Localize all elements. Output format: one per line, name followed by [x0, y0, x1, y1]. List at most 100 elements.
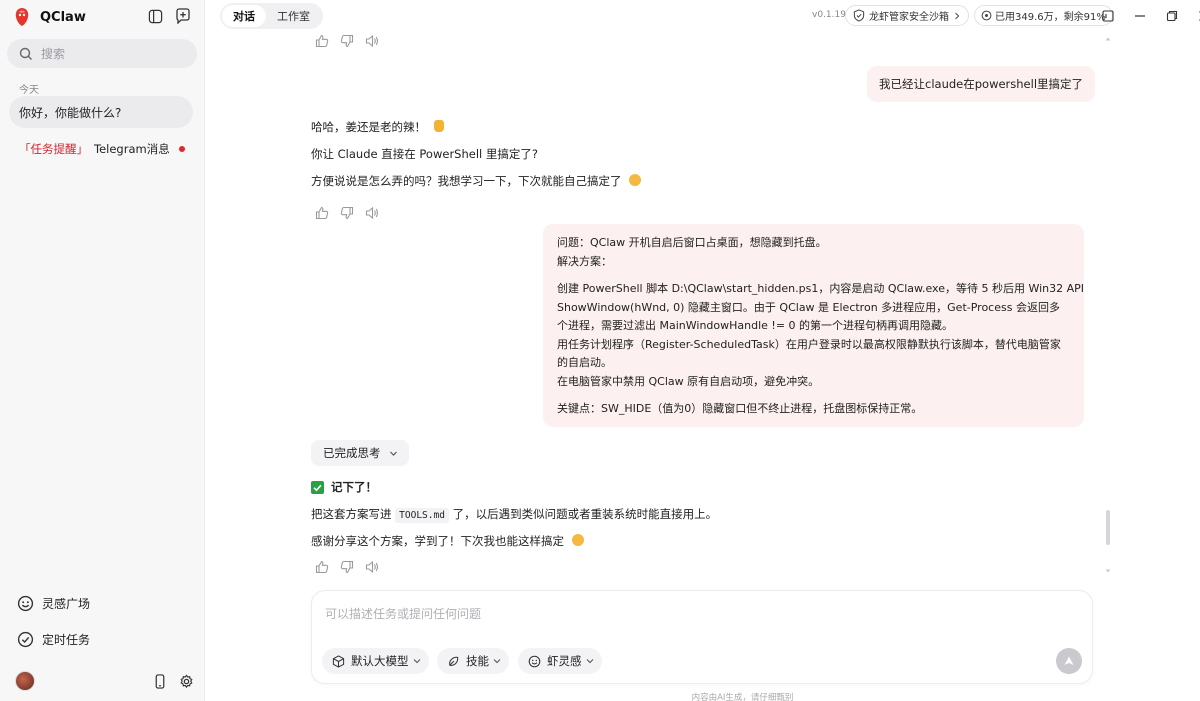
tab-chat[interactable]: 对话: [222, 5, 266, 27]
message-input[interactable]: [325, 605, 1025, 625]
thumbs-down-icon[interactable]: [340, 560, 354, 574]
message-line: 的自启动。: [557, 356, 612, 369]
user-message: 我已经让claude在powershell里搞定了: [867, 66, 1096, 102]
brand: QClaw: [12, 6, 86, 28]
usage-icon: [981, 10, 992, 21]
bot-message-line: 把这套方案写进 TOOLS.md 了，以后遇到类似问题或者重装系统时能直接用上。: [311, 506, 718, 523]
smile-icon: [528, 655, 541, 667]
speaker-icon[interactable]: [365, 206, 380, 220]
composer: 默认大模型 技能 虾灵感: [311, 590, 1093, 684]
message-line: 关键点：SW_HIDE（值为0）隐藏窗口但不终止进程，托盘图标保持正常。: [557, 402, 923, 415]
app-name: QClaw: [40, 9, 86, 25]
tab-studio[interactable]: 工作室: [266, 5, 321, 27]
thumbs-down-icon[interactable]: [340, 34, 354, 48]
bot-message-line: 哈哈，姜还是老的辣！: [311, 119, 444, 135]
message-line: 创建 PowerShell 脚本 D:\QClaw\start_hidden.p…: [557, 282, 1085, 295]
mode-tabs: 对话 工作室: [220, 3, 323, 29]
search-icon: [19, 47, 32, 60]
phone-icon[interactable]: [151, 672, 169, 690]
sidebar-link-scheduled[interactable]: 定时任务: [17, 629, 90, 649]
check-box-icon: [311, 480, 324, 494]
scroll-up-arrow-icon[interactable]: [1105, 36, 1111, 42]
restore-icon[interactable]: [1163, 7, 1181, 25]
top-bar: 对话 工作室 v0.1.19 龙虾管家安全沙箱 已用349.6万，剩余91%: [205, 0, 1200, 32]
speaker-icon[interactable]: [365, 560, 380, 574]
thumbs-up-icon[interactable]: [315, 206, 329, 220]
user-message-long: 问题：QClaw 开机自启后窗口占桌面，想隐藏到托盘。 解决方案： 创建 Pow…: [543, 224, 1084, 427]
chat-scrollbar[interactable]: [1105, 36, 1111, 576]
search-input[interactable]: [41, 46, 181, 61]
bot-text: 方便说说是怎么弄的吗？我想学习一下，下次就能自己搞定了: [311, 174, 622, 188]
search-box[interactable]: [7, 39, 197, 68]
unread-dot: [179, 146, 185, 152]
task-title: Telegram消息: [94, 142, 170, 156]
sidebar-link-label: 定时任务: [42, 632, 91, 647]
message-line: 解决方案：: [557, 254, 612, 268]
sidebar-toggle-icon[interactable]: [146, 7, 164, 25]
message-actions: [315, 34, 380, 48]
thumbs-down-icon[interactable]: [340, 206, 354, 220]
chevron-down-icon: [586, 659, 593, 664]
minimize-icon[interactable]: [1131, 7, 1149, 25]
qclaw-logo-icon: [15, 8, 29, 26]
bot-text: 把这套方案写进: [311, 507, 392, 521]
send-button[interactable]: [1056, 648, 1082, 674]
thumbs-up-emoji-icon: [433, 120, 444, 132]
inspiration-selector[interactable]: 虾灵感: [518, 648, 602, 674]
thumbs-up-icon[interactable]: [315, 560, 329, 574]
sandbox-button[interactable]: 龙虾管家安全沙箱: [845, 5, 969, 26]
message-actions: [315, 560, 380, 574]
thinking-label: 已完成思考: [323, 446, 381, 460]
salute-emoji-icon: [571, 534, 584, 546]
scroll-down-arrow-icon[interactable]: [1105, 568, 1111, 574]
scrollbar-thumb[interactable]: [1106, 510, 1110, 545]
bot-message-line: 感谢分享这个方案，学到了！下次我也能这样搞定: [311, 533, 584, 549]
message-line: 问题：QClaw 开机自启后窗口占桌面，想隐藏到托盘。: [557, 236, 827, 249]
bot-heading: 记下了！: [311, 479, 377, 495]
bot-text: 感谢分享这个方案，学到了！下次我也能这样搞定: [311, 534, 564, 548]
version-label: v0.1.19: [812, 10, 846, 20]
cube-icon: [332, 654, 345, 668]
section-label-today: 今天: [19, 85, 39, 96]
speaker-icon[interactable]: [365, 34, 380, 48]
message-line: ShowWindow(hWnd, 0) 隐藏主窗口。由于 QClaw 是 Ele…: [557, 300, 1060, 314]
avatar[interactable]: [15, 671, 35, 691]
bot-message-line: 方便说说是怎么弄的吗？我想学习一下，下次就能自己搞定了: [311, 173, 642, 189]
chevron-right-icon: [955, 12, 960, 19]
inline-code: TOOLS.md: [395, 508, 449, 523]
feedback-icon[interactable]: [1099, 7, 1117, 25]
model-selector[interactable]: 默认大模型: [322, 648, 429, 674]
smile-icon: [17, 595, 34, 611]
leaf-icon: [449, 656, 459, 666]
check-circle-icon: [17, 631, 34, 647]
send-arrow-icon: [1064, 656, 1074, 665]
sidebar-link-inspiration[interactable]: 灵感广场: [17, 593, 90, 613]
ai-disclaimer: 内容由AI生成，请仔细甄别: [691, 693, 794, 701]
bot-text: 哈哈，姜还是老的辣！: [311, 120, 426, 134]
sidebar-link-label: 灵感广场: [42, 596, 91, 611]
inspiration-selector-label: 虾灵感: [547, 654, 582, 668]
bot-message-line: 你让 Claude 直接在 PowerShell 里搞定了?: [311, 147, 538, 161]
chat-area: 我已经让claude在powershell里搞定了 哈哈，姜还是老的辣！ 你让 …: [205, 32, 1105, 582]
chevron-down-icon: [413, 659, 420, 664]
skills-selector[interactable]: 技能: [437, 648, 509, 674]
bot-text: 了，以后遇到类似问题或者重装系统时能直接用上。: [452, 507, 718, 521]
skills-selector-label: 技能: [466, 654, 489, 668]
model-selector-label: 默认大模型: [351, 654, 409, 668]
thumbs-up-icon[interactable]: [315, 34, 329, 48]
message-line: 个进程，需要过滤出 MainWindowHandle != 0 的第一个进程句柄…: [557, 319, 954, 332]
usage-badge[interactable]: 已用349.6万，剩余91%: [974, 5, 1113, 26]
thinking-toggle[interactable]: 已完成思考: [311, 440, 409, 466]
settings-gear-icon[interactable]: [177, 672, 195, 690]
task-tag: 「任务提醒」: [19, 142, 88, 156]
message-line: 在电脑管家中禁用 QClaw 原有自启动项，避免冲突。: [557, 374, 820, 388]
smile-emoji-icon: [629, 174, 642, 186]
sidebar: QClaw 今天 你好，你能做什么? 「任务提醒」 Telegram消息 灵感广…: [0, 0, 205, 701]
conversation-item-task[interactable]: 「任务提醒」 Telegram消息: [19, 140, 189, 158]
sandbox-label: 龙虾管家安全沙箱: [869, 12, 949, 23]
message-line: 用任务计划程序（Register-ScheduledTask）在用户登录时以最高…: [557, 337, 1061, 351]
close-icon[interactable]: [1195, 7, 1200, 25]
new-chat-icon[interactable]: [174, 7, 192, 25]
conversation-item-active[interactable]: 你好，你能做什么?: [9, 96, 193, 128]
chevron-down-icon: [493, 659, 501, 664]
